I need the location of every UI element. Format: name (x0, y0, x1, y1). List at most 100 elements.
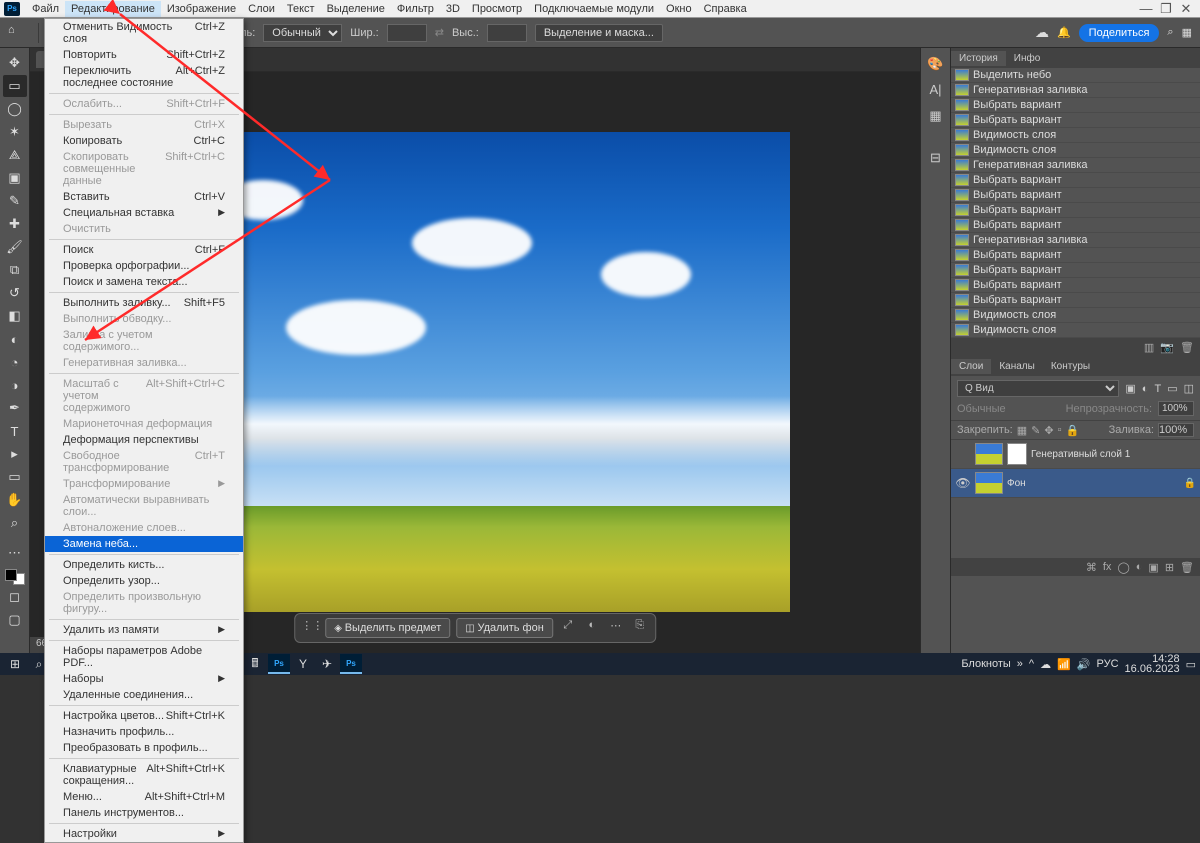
history-item[interactable]: Генеративная заливка (951, 158, 1200, 173)
menu-item[interactable]: Деформация перспективы (45, 432, 243, 448)
tray-clock[interactable]: 14:28 16.06.2023 (1125, 654, 1180, 674)
history-item[interactable]: Выбрать вариант (951, 203, 1200, 218)
tray-wifi-icon[interactable]: 📶 (1057, 658, 1071, 671)
menu-окно[interactable]: Окно (660, 1, 698, 17)
taskbar-app[interactable]: 🖩 (244, 654, 266, 674)
menu-фильтр[interactable]: Фильтр (391, 1, 440, 17)
taskbar-app[interactable]: Y (292, 654, 314, 674)
blur-tool[interactable]: ◔ (3, 351, 27, 373)
menu-item[interactable]: Специальная вставка▶ (45, 205, 243, 221)
layers-tab[interactable]: Слои (951, 359, 991, 374)
menu-item[interactable]: Удалить из памяти▶ (45, 622, 243, 638)
menu-item[interactable]: Преобразовать в профиль... (45, 740, 243, 756)
menu-просмотр[interactable]: Просмотр (466, 1, 528, 17)
canvas[interactable] (160, 132, 790, 612)
menu-item[interactable]: Удаленные соединения... (45, 687, 243, 703)
tray-notes[interactable]: Блокноты (961, 658, 1010, 670)
new-snapshot-icon[interactable]: ▥ (1144, 341, 1154, 354)
menu-изображение[interactable]: Изображение (161, 1, 242, 17)
menu-item[interactable]: Определить узор... (45, 573, 243, 589)
share-button[interactable]: Поделиться (1079, 24, 1160, 42)
menu-item[interactable]: ВставитьCtrl+V (45, 189, 243, 205)
move-tool[interactable]: ✥ (3, 52, 27, 74)
filter-smart-icon[interactable]: ◫ (1184, 382, 1194, 395)
height-input[interactable] (487, 24, 527, 42)
color-swatch[interactable] (5, 569, 25, 585)
lock-position-icon[interactable]: ✥ (1044, 424, 1053, 437)
stamp-tool[interactable]: ⧉ (3, 259, 27, 281)
menu-item[interactable]: КопироватьCtrl+C (45, 133, 243, 149)
trash-icon[interactable]: 🗑 (1180, 341, 1194, 354)
select-and-mask-button[interactable]: Выделение и маска... (535, 24, 663, 42)
pin-icon[interactable]: ⎘ (631, 619, 649, 637)
lock-all-icon[interactable]: 🔒 (1066, 424, 1080, 437)
menu-item[interactable]: Выполнить заливку...Shift+F5 (45, 295, 243, 311)
menu-item[interactable]: Назначить профиль... (45, 724, 243, 740)
menu-справка[interactable]: Справка (698, 1, 753, 17)
menu-item[interactable]: Клавиатурные сокращения...Alt+Shift+Ctrl… (45, 761, 243, 789)
history-item[interactable]: Видимость слоя (951, 143, 1200, 158)
screen-mode-icon[interactable]: ▢ (3, 609, 27, 631)
history-item[interactable]: Выбрать вариант (951, 218, 1200, 233)
path-select-tool[interactable]: ▸ (3, 443, 27, 465)
opacity-input[interactable] (1158, 401, 1194, 416)
menu-item[interactable]: Поиск и замена текста... (45, 274, 243, 290)
drag-handle-icon[interactable]: ⋮⋮ (301, 619, 319, 637)
lock-artboard-icon[interactable]: ▫ (1058, 424, 1062, 436)
tray-cloud-icon[interactable]: ☁ (1040, 658, 1051, 671)
taskbar-app-photoshop[interactable]: Ps (340, 654, 362, 674)
transform-icon[interactable]: ⤢ (559, 619, 577, 637)
start-button[interactable]: ⊞ (4, 654, 26, 674)
history-item[interactable]: Видимость слоя (951, 308, 1200, 323)
edit-toolbar-icon[interactable]: ⋯ (3, 542, 27, 564)
history-item[interactable]: Выбрать вариант (951, 278, 1200, 293)
history-item[interactable]: Выбрать вариант (951, 248, 1200, 263)
tray-notifications-icon[interactable]: ▭ (1186, 658, 1196, 671)
menu-item[interactable]: Настройка цветов...Shift+Ctrl+K (45, 708, 243, 724)
link-layers-icon[interactable]: ⌘ (1086, 561, 1097, 574)
history-brush-tool[interactable]: ↺ (3, 282, 27, 304)
history-item[interactable]: Выбрать вариант (951, 113, 1200, 128)
menu-item[interactable]: ПовторитьShift+Ctrl+Z (45, 47, 243, 63)
history-item[interactable]: Выделить небо (951, 68, 1200, 83)
menu-текст[interactable]: Текст (281, 1, 321, 17)
home-icon[interactable]: ⌂ (8, 24, 26, 42)
history-item[interactable]: Генеративная заливка (951, 83, 1200, 98)
menu-item[interactable]: Отменить Видимость слояCtrl+Z (45, 19, 243, 47)
hand-tool[interactable]: ✋ (3, 489, 27, 511)
workspace-icon[interactable]: ▦ (1182, 26, 1192, 39)
more-icon[interactable]: ⋯ (607, 619, 625, 637)
zoom-tool[interactable]: ⌕ (3, 512, 27, 534)
camera-icon[interactable]: 📷 (1160, 341, 1174, 354)
filter-adjust-icon[interactable]: ◐ (1142, 383, 1149, 395)
tray-sound-icon[interactable]: 🔊 (1077, 658, 1091, 671)
group-icon[interactable]: ▣ (1148, 561, 1158, 574)
lock-pixels-icon[interactable]: ▦ (1017, 424, 1027, 437)
quick-mask-icon[interactable]: ◻ (3, 586, 27, 608)
color-panel-icon[interactable]: 🎨 (926, 56, 946, 76)
heal-tool[interactable]: ✚ (3, 213, 27, 235)
type-tool[interactable]: T (3, 420, 27, 442)
menu-item[interactable]: Наборы параметров Adobe PDF... (45, 643, 243, 671)
layer-filter-select[interactable]: Q Вид (957, 380, 1119, 397)
menu-item[interactable]: Настройки▶ (45, 826, 243, 842)
tray-chevron-icon[interactable]: » (1017, 658, 1023, 670)
brush-tool[interactable]: 🖌 (3, 236, 27, 258)
channels-tab[interactable]: Каналы (991, 359, 1043, 374)
history-item[interactable]: Видимость слоя (951, 323, 1200, 338)
menu-item[interactable]: ПоискCtrl+F (45, 242, 243, 258)
history-item[interactable]: Выбрать вариант (951, 173, 1200, 188)
menu-item[interactable]: Замена неба... (45, 536, 243, 552)
history-item[interactable]: Видимость слоя (951, 128, 1200, 143)
remove-background-button[interactable]: ◫ Удалить фон (456, 618, 553, 638)
taskbar-app[interactable]: ✈ (316, 654, 338, 674)
menu-item[interactable]: Панель инструментов... (45, 805, 243, 821)
history-item[interactable]: Генеративная заливка (951, 233, 1200, 248)
filter-image-icon[interactable]: ▣ (1125, 382, 1135, 395)
taskbar-app-photoshop[interactable]: Ps (268, 654, 290, 674)
menu-3d[interactable]: 3D (440, 1, 466, 17)
select-subject-button[interactable]: ◈ Выделить предмет (325, 618, 450, 638)
mask-icon[interactable]: ◯ (1117, 561, 1129, 574)
window-minimize[interactable]: — (1136, 1, 1156, 16)
pen-tool[interactable]: ✒ (3, 397, 27, 419)
